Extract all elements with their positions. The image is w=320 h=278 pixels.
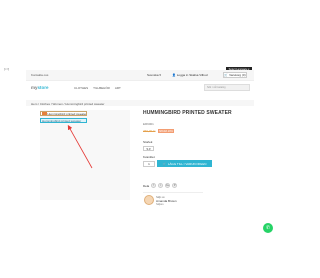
login-label: Logga in (176, 73, 189, 77)
add-to-cart-label: LÄGG TILL I VARUKORGEN (167, 161, 207, 166)
search-input[interactable]: Sök i vår katalog (204, 84, 250, 91)
product-image-area (40, 110, 130, 200)
add-to-cart-button[interactable]: 🛒 LÄGG TILL I VARUKORGEN (157, 160, 212, 167)
discount-badge: SPARA 20% (157, 129, 175, 133)
seller-card: Säljs av Amanda Brown Säljare (143, 192, 203, 206)
seller-status: Säljare (156, 202, 164, 206)
thumbnail-text: Hummingbird printed sweater (47, 111, 87, 116)
product-image-thumbnail[interactable]: Hummingbird printed sweater (40, 111, 87, 116)
image-icon (41, 112, 47, 115)
facebook-icon[interactable]: f (151, 183, 157, 188)
cart-label: Varukorg (0) (229, 73, 246, 77)
breadcrumb-bar: Hem / Clothes / Women / Hummingbird prin… (26, 100, 254, 106)
header: mystore CLOTHES TILLBEHÖR ART Sök i vår … (26, 83, 254, 93)
old-price: 359,00 kr (143, 129, 156, 133)
share-label: Dela (143, 183, 150, 188)
corner-brackets: [<<] (4, 67, 10, 71)
cart-button[interactable]: 🛒 Varukorg (0) (223, 72, 247, 78)
product-reference: ER9001 (143, 122, 154, 126)
google-plus-icon[interactable]: G+ (165, 183, 171, 188)
language-dropdown[interactable]: Svenska ▾ (147, 73, 161, 77)
avatar (144, 195, 154, 205)
account-label: Skafsa Vilbud (189, 73, 208, 77)
page: [<<] Select Language ▾ Kontakta oss Sven… (0, 0, 278, 278)
logo-main: store (37, 85, 49, 90)
main-nav: CLOTHES TILLBEHÖR ART (74, 86, 121, 90)
size-select[interactable]: S ▾ (143, 146, 154, 151)
login-link[interactable]: 👤 Logga in Skafsa Vilbud (172, 73, 208, 77)
nav-item-clothes[interactable]: CLOTHES (74, 86, 88, 90)
product-title: HUMMINGBIRD PRINTED SWEATER (143, 110, 232, 116)
nav-item-accessories[interactable]: TILLBEHÖR (93, 86, 110, 90)
share-row: Dela f t G+ P (143, 183, 178, 188)
nav-item-art[interactable]: ART (115, 86, 121, 90)
product-info: HUMMINGBIRD PRINTED SWEATER ER9001 359,0… (143, 110, 255, 133)
whatsapp-icon[interactable]: ✆ (263, 223, 273, 233)
quantity-input[interactable]: 1 (143, 161, 155, 167)
quantity-label: Kvantitet (143, 155, 155, 159)
contact-link[interactable]: Kontakta oss (31, 73, 48, 77)
cart-icon: 🛒 (224, 73, 229, 77)
cart-icon: 🛒 (162, 161, 167, 166)
size-label: Storlek (143, 140, 153, 144)
breadcrumb[interactable]: Hem / Clothes / Women / Hummingbird prin… (31, 102, 104, 106)
top-bar: Kontakta oss Svenska ▾ 👤 Logga in Skafsa… (26, 70, 254, 81)
image-alt-text-highlight: Hummingbird printed sweater (40, 118, 87, 123)
user-icon: 👤 (172, 73, 176, 77)
price-row: 359,00 kr SPARA 20% (143, 129, 255, 133)
store-logo[interactable]: mystore (31, 85, 49, 90)
pinterest-icon[interactable]: P (172, 183, 178, 188)
twitter-icon[interactable]: t (158, 183, 164, 188)
